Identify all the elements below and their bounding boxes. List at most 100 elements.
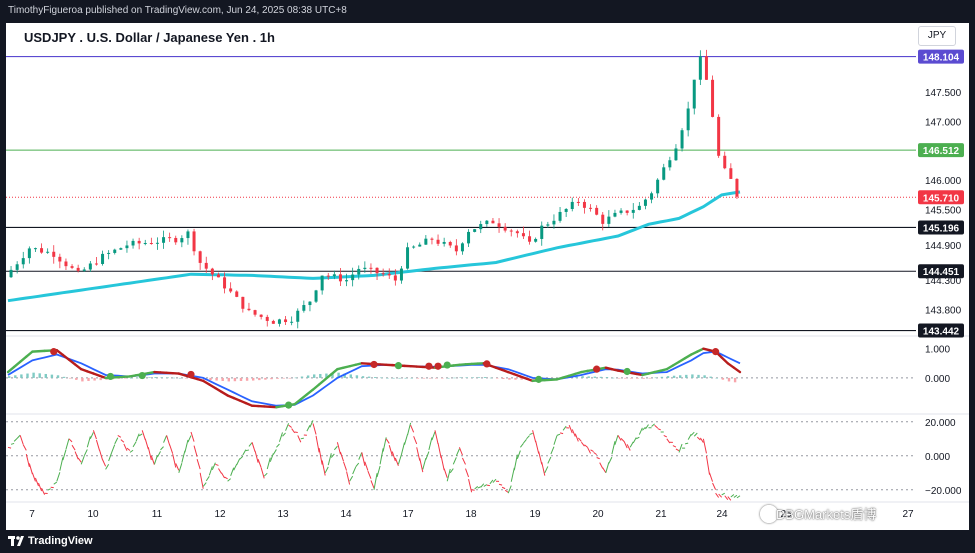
osc-segment [550,446,555,455]
osc-segment [89,432,94,440]
candle-body [363,267,367,269]
osc-segment [507,485,512,494]
candle-body [589,207,593,209]
wt-hist-bar [727,377,731,382]
wt-hist-bar [703,375,706,378]
osc-segment [77,457,82,463]
wt-hist-bar [441,377,444,379]
osc-segment [13,438,18,442]
candle-body [332,274,336,277]
wt-hist-bar [447,377,450,379]
candle-body [467,231,471,244]
osc-segment [83,449,88,457]
candle-body [162,237,166,243]
osc-segment [608,456,613,464]
osc-segment [465,468,470,478]
wt-hist-bar [294,377,298,379]
osc-segment [123,443,128,451]
candle-body [485,220,489,225]
osc-segment [370,480,375,489]
osc-segment [343,461,348,471]
osc-segment [553,435,558,445]
osc-segment [114,437,119,445]
osc-segment [696,436,701,441]
wt-hist-bar [599,376,603,378]
osc-segment [593,451,597,456]
osc-segment [208,466,213,476]
osc-segment [239,455,244,460]
osc-segment [705,455,710,475]
candle-body [314,290,318,302]
candle-body [241,296,245,309]
time-tick-label: 20 [592,509,604,520]
wt-hist-bar [227,377,230,382]
candle-body [442,241,446,244]
candle-body [418,244,422,247]
osc-segment [419,458,424,473]
candle-body [192,231,196,252]
osc-segment [410,425,415,433]
osc-segment [501,486,506,490]
candle-body [265,316,269,321]
osc-segment [702,438,707,454]
osc-tick-label: 20.000 [925,418,956,429]
osc-segment [416,447,421,461]
candle-body [119,248,123,250]
candle-body [704,56,708,80]
osc-segment [245,449,250,452]
wt-hist-bar [618,377,621,379]
level-label: 143.442 [923,327,960,338]
tradingview-brand: TradingView [28,535,93,547]
candle-body [302,305,306,311]
osc-segment [352,466,357,475]
osc-segment [71,444,76,451]
osc-segment [599,462,604,469]
candle-body [692,79,696,109]
candle-body [308,301,312,306]
osc-segment [291,428,296,434]
candle-body [625,210,629,213]
wt-hist-bar [605,377,609,378]
candle-body [277,319,281,324]
wt-hist-bar [514,377,517,380]
osc-segment [611,441,616,455]
candle-body [643,199,647,206]
candle-body [430,238,434,240]
osc-segment [141,430,146,440]
time-tick-label: 7 [29,509,35,520]
osc-segment [205,476,210,482]
osc-segment [632,437,637,444]
wt-hist-bar [87,377,90,381]
osc-segment [721,492,725,496]
osc-segment [269,453,274,462]
wt-hist-bar [319,373,322,378]
osc-segment [532,430,537,443]
osc-segment [437,442,442,459]
time-tick-label: 21 [655,509,667,520]
candle-body [131,240,135,246]
wt-hist-bar [136,377,139,379]
candle-body [698,56,702,80]
currency-button[interactable]: JPY [918,26,956,46]
osc-segment [199,472,204,489]
candle-body [454,245,458,252]
osc-segment [733,494,738,498]
price-tick-label: 147.500 [925,88,962,99]
candle-body [406,247,410,269]
wt-cross-dot [712,348,720,356]
osc-segment [315,435,320,453]
candle-body [436,239,440,244]
candle-body [497,223,501,227]
osc-segment [132,441,137,448]
wt-hist-bar [459,377,462,378]
candle-body [582,201,586,208]
wt-hist-bar [465,377,468,378]
wt-cross-dot [187,370,195,379]
wt-hist-bar [428,377,432,379]
wt-hist-bar [215,377,218,381]
wt-hist-bar [715,377,718,379]
osc-segment [452,457,457,465]
osc-segment [169,444,174,454]
wt-hist-bar [422,377,426,379]
candle-body [686,108,690,131]
